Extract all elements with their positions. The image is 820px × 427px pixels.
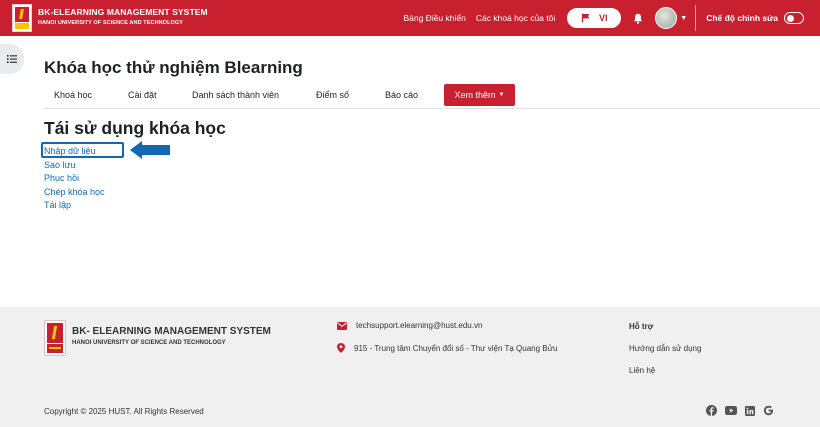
- google-icon[interactable]: [763, 405, 774, 416]
- navbar-divider: [695, 5, 697, 31]
- youtube-icon[interactable]: [725, 406, 737, 415]
- footer-social-links: [706, 405, 782, 416]
- language-button[interactable]: VI: [567, 8, 622, 28]
- edit-mode-toggle[interactable]: [784, 12, 804, 24]
- chevron-down-icon[interactable]: ▼: [680, 15, 687, 22]
- footer-contact-link[interactable]: Liên hệ: [629, 366, 655, 375]
- footer-address: 915 - Trung tâm Chuyển đổi số - Thư viện…: [337, 343, 557, 353]
- tab-grades[interactable]: Điểm số: [316, 90, 349, 100]
- footer-email-text[interactable]: techsupport.elearning@hust.edu.vn: [356, 321, 482, 330]
- map-marker-icon: [337, 343, 345, 353]
- footer-brand-subtitle: HANOI UNIVERSITY OF SCIENCE AND TECHNOLO…: [72, 340, 226, 346]
- chevron-down-icon: ▼: [498, 92, 505, 98]
- brand[interactable]: BK-ELEARNING MANAGEMENT SYSTEM HANOI UNI…: [12, 4, 208, 32]
- footer-user-guide-link[interactable]: Hướng dẫn sử dụng: [629, 344, 701, 353]
- annotation-arrow-icon: [130, 141, 170, 159]
- facebook-icon[interactable]: [706, 405, 717, 416]
- brand-subtitle: HANOI UNIVERSITY OF SCIENCE AND TECHNOLO…: [38, 20, 184, 26]
- flag-icon: [581, 13, 590, 23]
- more-menu-label: Xem thêm: [454, 90, 496, 100]
- tab-course[interactable]: Khoá học: [54, 90, 92, 100]
- tab-reports[interactable]: Báo cáo: [385, 90, 418, 100]
- footer-hust-logo: [44, 320, 66, 356]
- backup-link[interactable]: Sao lưu: [44, 159, 105, 173]
- footer-email: techsupport.elearning@hust.edu.vn: [337, 321, 482, 330]
- tab-participants[interactable]: Danh sách thành viên: [192, 90, 279, 100]
- tab-settings[interactable]: Cài đặt: [128, 90, 157, 100]
- page-heading: Tái sử dụng khóa học: [44, 118, 226, 138]
- footer-address-text: 915 - Trung tâm Chuyển đổi số - Thư viện…: [354, 343, 558, 353]
- course-title: Khóa học thử nghiệm Blearning: [44, 58, 303, 77]
- nav-dashboard-link[interactable]: Bảng Điều khiển: [403, 13, 465, 23]
- footer-copyright: Copyright © 2025 HUST. All Rights Reserv…: [44, 407, 204, 416]
- footer-brand-title: BK- ELEARNING MANAGEMENT SYSTEM: [72, 326, 271, 337]
- footer-support-heading: Hỗ trợ: [629, 322, 654, 331]
- nav-my-courses-link[interactable]: Các khoá học của tôi: [476, 13, 555, 23]
- restore-link[interactable]: Phục hồi: [44, 172, 105, 186]
- hust-logo: [12, 4, 32, 32]
- header-divider: [44, 108, 820, 109]
- edit-mode-label: Chế độ chỉnh sửa: [706, 13, 778, 23]
- reset-link[interactable]: Tái lập: [44, 199, 105, 213]
- annotation-highlight-box: [41, 142, 124, 158]
- page-footer: BK- ELEARNING MANAGEMENT SYSTEM HANOI UN…: [0, 307, 820, 427]
- notification-bell-icon[interactable]: [631, 11, 645, 25]
- top-navbar: BK-ELEARNING MANAGEMENT SYSTEM HANOI UNI…: [0, 0, 820, 36]
- list-icon: [7, 55, 17, 63]
- copy-course-link[interactable]: Chép khóa học: [44, 186, 105, 200]
- user-avatar[interactable]: [655, 7, 678, 29]
- brand-title: BK-ELEARNING MANAGEMENT SYSTEM: [38, 7, 208, 17]
- envelope-icon: [337, 321, 347, 330]
- linkedin-icon[interactable]: [745, 405, 755, 416]
- course-index-drawer-button[interactable]: [0, 44, 24, 74]
- language-label: VI: [598, 13, 608, 23]
- more-menu-button[interactable]: Xem thêm ▼: [444, 84, 515, 106]
